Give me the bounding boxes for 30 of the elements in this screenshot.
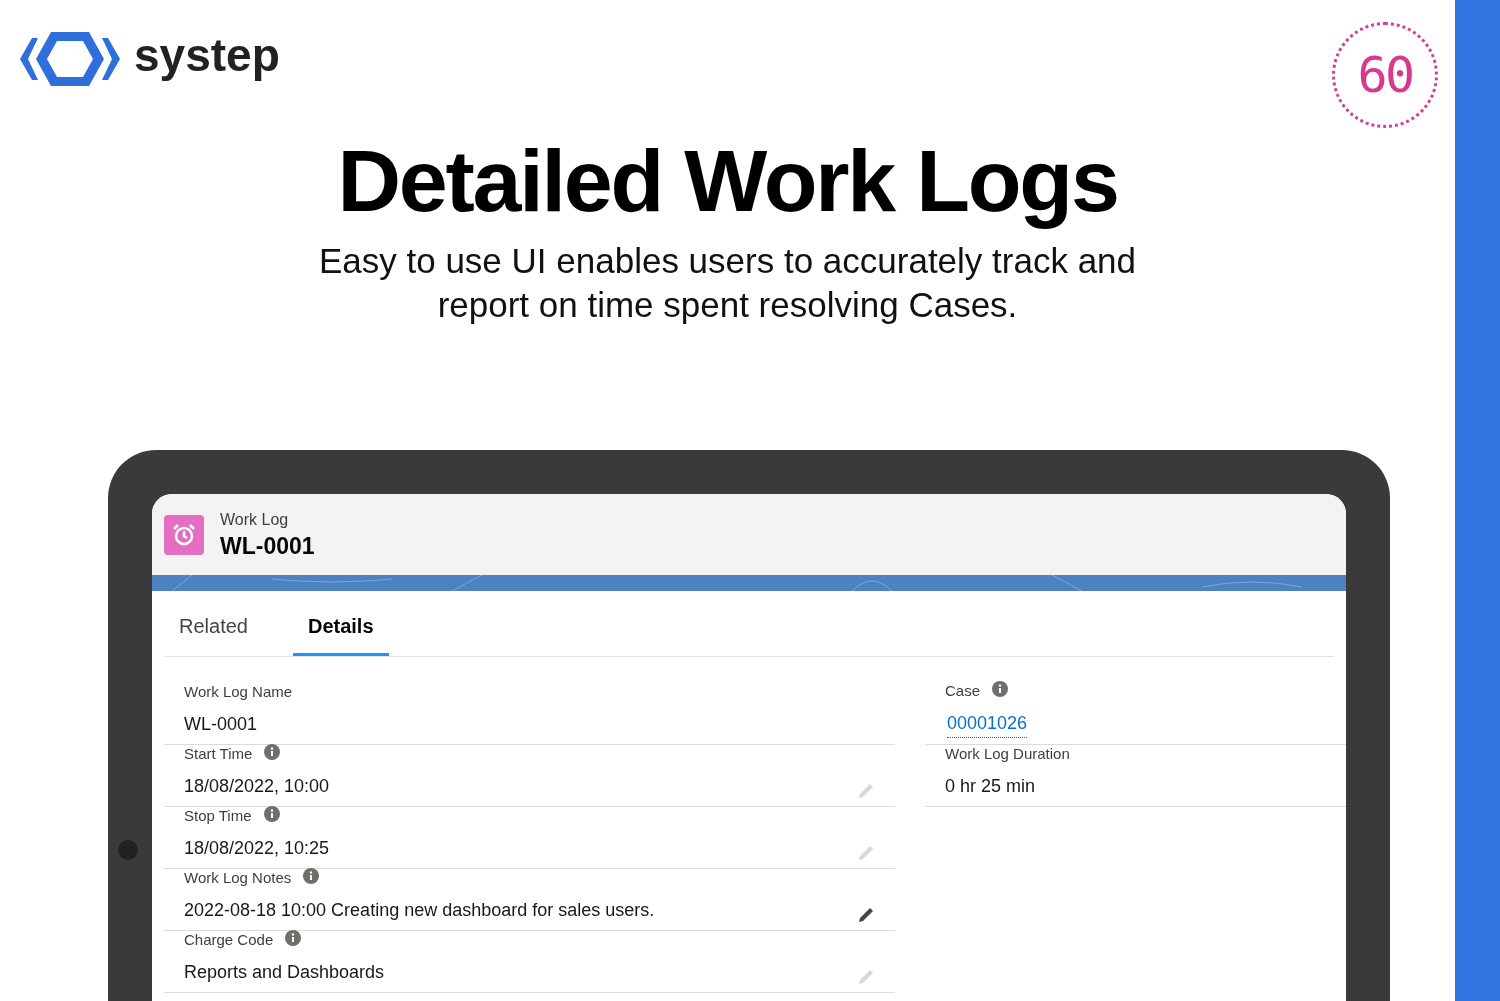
field-value: 18/08/2022, 10:25 xyxy=(184,837,330,860)
field-label: Stop Time xyxy=(184,805,252,826)
info-icon[interactable] xyxy=(264,743,281,760)
field-label: Start Time xyxy=(184,743,253,764)
timer-badge: 60 xyxy=(1332,22,1438,128)
field-label: Work Log Notes xyxy=(184,867,292,888)
field-value: Reports and Dashboards xyxy=(184,961,385,984)
case-link[interactable]: 00001026 xyxy=(947,710,1028,738)
field-label: Work Log Name xyxy=(184,681,293,702)
info-icon[interactable] xyxy=(303,867,320,884)
alarm-clock-icon xyxy=(164,514,204,555)
subtitle-line: Easy to use UI enables users to accurately track and xyxy=(318,240,1137,283)
field-value: 2022-08-18 10:00 Creating new dashboard for sales users. xyxy=(184,899,655,922)
info-icon[interactable] xyxy=(263,805,280,822)
subtitle-line: report on time spent resolving Cases. xyxy=(437,284,1018,327)
field-value: 18/08/2022, 10:00 xyxy=(184,775,330,798)
field-label: Charge Code xyxy=(184,929,274,950)
field-value: 0 hr 25 min xyxy=(945,775,1037,798)
camera-icon xyxy=(118,840,138,860)
info-icon[interactable] xyxy=(992,680,1009,697)
pencil-icon[interactable] xyxy=(857,906,875,924)
tab[interactable]: Details xyxy=(292,611,389,656)
tab[interactable]: Related xyxy=(164,611,263,656)
field-value: WL-0001 xyxy=(184,713,259,736)
headline: Detailed Work Logs xyxy=(336,130,1119,232)
record-title: WL-0001 xyxy=(220,532,315,561)
object-label: Work Log xyxy=(220,510,290,531)
field-label: Work Log Duration xyxy=(945,743,1070,764)
info-icon[interactable] xyxy=(285,929,302,946)
field-label: Case xyxy=(945,680,981,701)
